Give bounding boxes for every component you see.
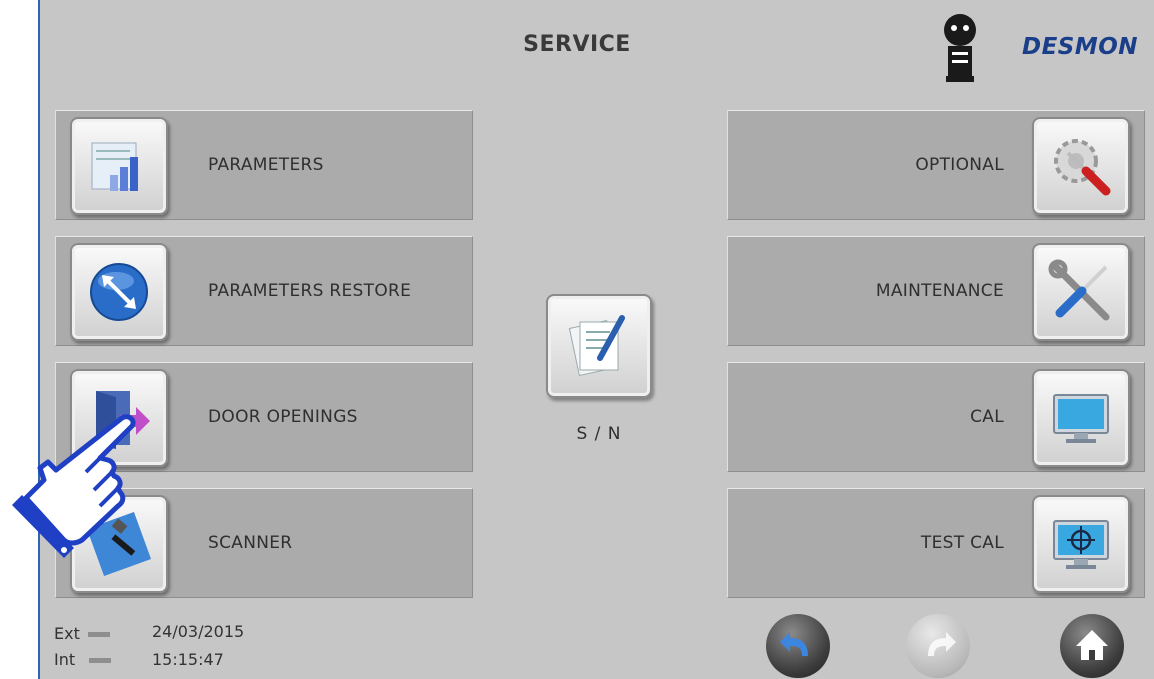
screwdriver-gear-icon — [1054, 139, 1111, 196]
restore-arrow-icon — [90, 263, 148, 321]
serial-number-button[interactable] — [546, 294, 652, 398]
serial-number-label: S / N — [576, 424, 622, 444]
tile-label: CAL — [970, 407, 1004, 427]
tile-optional[interactable]: OPTIONAL — [727, 110, 1145, 220]
time-value: 15:15:47 — [152, 650, 224, 669]
back-arrow-icon — [780, 632, 808, 656]
optional-button[interactable] — [1032, 117, 1130, 215]
tile-label: PARAMETERS — [208, 155, 324, 175]
forward-arrow-icon — [928, 632, 956, 656]
tile-label: DOOR OPENINGS — [208, 407, 358, 427]
pointing-hand-icon — [12, 414, 136, 558]
ext-status: Ext — [54, 624, 110, 643]
int-label: Int — [54, 650, 76, 669]
int-status: Int — [54, 650, 112, 669]
tile-parameters-restore[interactable]: PARAMETERS RESTORE — [55, 236, 473, 346]
forward-button[interactable] — [906, 614, 970, 678]
tile-label: OPTIONAL — [915, 155, 1004, 175]
logo-text: DESMON — [1022, 34, 1139, 60]
wrench-screwdriver-icon — [1048, 259, 1110, 321]
tile-parameters[interactable]: PARAMETERS — [55, 110, 473, 220]
parameters-restore-button[interactable] — [70, 243, 168, 341]
monitor-crosshair-icon — [1053, 520, 1109, 569]
tile-cal[interactable]: CAL — [727, 362, 1145, 472]
tile-label: TEST CAL — [920, 533, 1004, 553]
ext-label: Ext — [54, 624, 80, 643]
maintenance-button[interactable] — [1032, 243, 1130, 341]
tile-test-cal[interactable]: TEST CAL — [727, 488, 1145, 598]
tile-label: PARAMETERS RESTORE — [208, 281, 412, 301]
home-button[interactable] — [1060, 614, 1124, 678]
home-icon — [1076, 630, 1108, 660]
ext-indicator — [87, 632, 110, 637]
tile-label: MAINTENANCE — [875, 281, 1004, 301]
tile-label: SCANNER — [208, 533, 293, 553]
date-value: 24/03/2015 — [152, 622, 245, 641]
cal-button[interactable] — [1032, 369, 1130, 467]
test-cal-button[interactable] — [1032, 495, 1130, 593]
tile-maintenance[interactable]: MAINTENANCE — [727, 236, 1145, 346]
int-indicator — [89, 658, 112, 663]
parameters-button[interactable] — [70, 117, 168, 215]
monitor-icon — [1053, 394, 1109, 443]
document-pencil-icon — [568, 315, 625, 377]
mascot-logo-icon — [944, 14, 976, 82]
back-button[interactable] — [766, 614, 830, 678]
parameters-chart-icon — [91, 142, 138, 191]
